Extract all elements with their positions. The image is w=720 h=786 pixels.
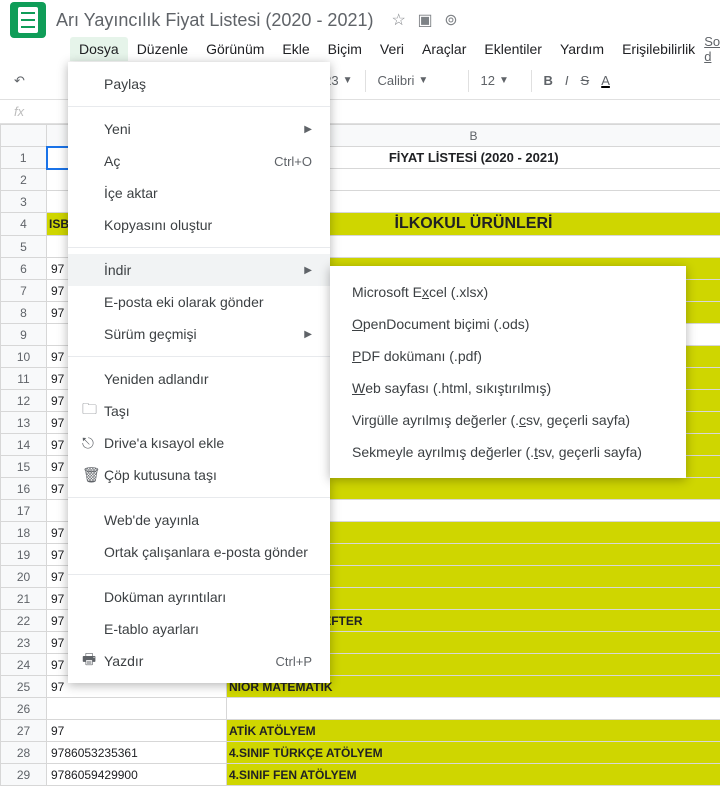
row-header[interactable]: 23: [1, 632, 47, 654]
sheets-logo[interactable]: [10, 2, 46, 38]
menu-item-new[interactable]: Yeni▶: [68, 113, 330, 145]
last-edit-link[interactable]: Son d: [704, 34, 720, 64]
fx-label: fx: [14, 104, 24, 119]
row-header[interactable]: 15: [1, 456, 47, 478]
cell[interactable]: [47, 698, 227, 720]
bold-button[interactable]: B: [540, 69, 557, 92]
row-header[interactable]: 6: [1, 258, 47, 280]
cell[interactable]: 97: [47, 720, 227, 742]
trash-icon: 🗑: [82, 466, 104, 484]
menu-item-email-collaborators[interactable]: Ortak çalışanlara e-posta gönder: [68, 536, 330, 568]
row-header[interactable]: 17: [1, 500, 47, 522]
menu-item-move[interactable]: 🗀Taşı: [68, 395, 330, 427]
row-header[interactable]: 8: [1, 302, 47, 324]
cloud-status-icon[interactable]: ⊚: [444, 12, 457, 29]
menu-view[interactable]: Görünüm: [197, 37, 273, 61]
row-header[interactable]: 25: [1, 676, 47, 698]
menu-item-version-history[interactable]: Sürüm geçmişi▶: [68, 318, 330, 350]
print-icon: 🖶: [82, 649, 104, 674]
row-header[interactable]: 1: [1, 147, 47, 169]
menu-item-share[interactable]: Paylaş: [68, 68, 330, 100]
file-menu-dropdown: Paylaş Yeni▶ AçCtrl+O İçe aktar Kopyasın…: [68, 62, 330, 683]
row-header[interactable]: 14: [1, 434, 47, 456]
download-ods[interactable]: OpenDocument biçimi (.ods): [330, 308, 686, 340]
move-folder-icon[interactable]: ▣: [417, 12, 432, 29]
row-header[interactable]: 28: [1, 742, 47, 764]
row-header[interactable]: 18: [1, 522, 47, 544]
row-header[interactable]: 4: [1, 213, 47, 236]
menu-item-move-to-trash[interactable]: 🗑Çöp kutusuna taşı: [68, 459, 330, 491]
row-header[interactable]: 19: [1, 544, 47, 566]
menu-item-add-shortcut[interactable]: ⎋Drive'a kısayol ekle: [68, 427, 330, 459]
row-header[interactable]: 3: [1, 191, 47, 213]
star-icon[interactable]: ☆: [391, 12, 405, 29]
row-header[interactable]: 16: [1, 478, 47, 500]
menu-item-make-copy[interactable]: Kopyasını oluştur: [68, 209, 330, 241]
corner-cell[interactable]: [1, 125, 47, 147]
row-header[interactable]: 9: [1, 324, 47, 346]
menu-edit[interactable]: Düzenle: [128, 37, 197, 61]
row-header[interactable]: 2: [1, 169, 47, 191]
chevron-right-icon: ▶: [304, 265, 312, 276]
menu-item-print[interactable]: 🖶YazdırCtrl+P: [68, 645, 330, 677]
chevron-right-icon: ▶: [304, 124, 312, 135]
menu-tools[interactable]: Araçlar: [413, 37, 475, 61]
row-header[interactable]: 21: [1, 588, 47, 610]
text-color-button[interactable]: A: [597, 69, 614, 92]
menu-data[interactable]: Veri: [371, 37, 413, 61]
menu-accessibility[interactable]: Erişilebilirlik: [613, 37, 704, 61]
menu-file[interactable]: Dosya: [70, 37, 128, 61]
undo-button[interactable]: ↶: [10, 69, 29, 93]
menu-format[interactable]: Biçim: [319, 37, 371, 61]
download-submenu: Microsoft Excel (.xlsx) OpenDocument biç…: [330, 266, 686, 478]
row-header[interactable]: 29: [1, 764, 47, 786]
italic-button[interactable]: I: [561, 69, 573, 92]
strikethrough-button[interactable]: S: [577, 69, 594, 92]
menu-item-document-details[interactable]: Doküman ayrıntıları: [68, 581, 330, 613]
menu-item-spreadsheet-settings[interactable]: E-tablo ayarları: [68, 613, 330, 645]
row-header[interactable]: 7: [1, 280, 47, 302]
menu-insert[interactable]: Ekle: [273, 37, 318, 61]
cell[interactable]: [227, 698, 720, 720]
menu-item-open[interactable]: AçCtrl+O: [68, 145, 330, 177]
row-header[interactable]: 5: [1, 236, 47, 258]
folder-move-icon: 🗀: [82, 399, 104, 424]
download-pdf[interactable]: PDF dokümanı (.pdf): [330, 340, 686, 372]
row-header[interactable]: 11: [1, 368, 47, 390]
menu-addons[interactable]: Eklentiler: [475, 37, 551, 61]
row-header[interactable]: 13: [1, 412, 47, 434]
row-header[interactable]: 20: [1, 566, 47, 588]
cell[interactable]: 9786059429900: [47, 764, 227, 786]
menu-item-rename[interactable]: Yeniden adlandır: [68, 363, 330, 395]
download-tsv[interactable]: Sekmeyle ayrılmış değerler (.tsv, geçerl…: [330, 436, 686, 468]
drive-shortcut-icon: ⎋: [82, 435, 104, 452]
row-header[interactable]: 27: [1, 720, 47, 742]
font-family-dropdown[interactable]: Calibri▼: [372, 70, 462, 91]
download-html[interactable]: Web sayfası (.html, sıkıştırılmış): [330, 372, 686, 404]
row-header[interactable]: 26: [1, 698, 47, 720]
menu-item-publish-web[interactable]: Web'de yayınla: [68, 504, 330, 536]
download-csv[interactable]: Virgülle ayrılmış değerler (.csv, geçerl…: [330, 404, 686, 436]
menu-help[interactable]: Yardım: [551, 37, 613, 61]
menu-item-download[interactable]: İndir▶: [68, 254, 330, 286]
row-header[interactable]: 10: [1, 346, 47, 368]
row-header[interactable]: 12: [1, 390, 47, 412]
cell[interactable]: 4.SINIF TÜRKÇE ATÖLYEM: [227, 742, 720, 764]
chevron-right-icon: ▶: [304, 329, 312, 340]
row-header[interactable]: 22: [1, 610, 47, 632]
doc-title[interactable]: Arı Yayıncılık Fiyat Listesi (2020 - 202…: [56, 10, 373, 31]
menu-item-email-attachment[interactable]: E-posta eki olarak gönder: [68, 286, 330, 318]
cell[interactable]: 9786053235361: [47, 742, 227, 764]
menu-item-import[interactable]: İçe aktar: [68, 177, 330, 209]
font-size-dropdown[interactable]: 12▼: [475, 70, 525, 91]
row-header[interactable]: 24: [1, 654, 47, 676]
cell[interactable]: 4.SINIF FEN ATÖLYEM: [227, 764, 720, 786]
download-xlsx[interactable]: Microsoft Excel (.xlsx): [330, 276, 686, 308]
cell[interactable]: ATİK ATÖLYEM: [227, 720, 720, 742]
